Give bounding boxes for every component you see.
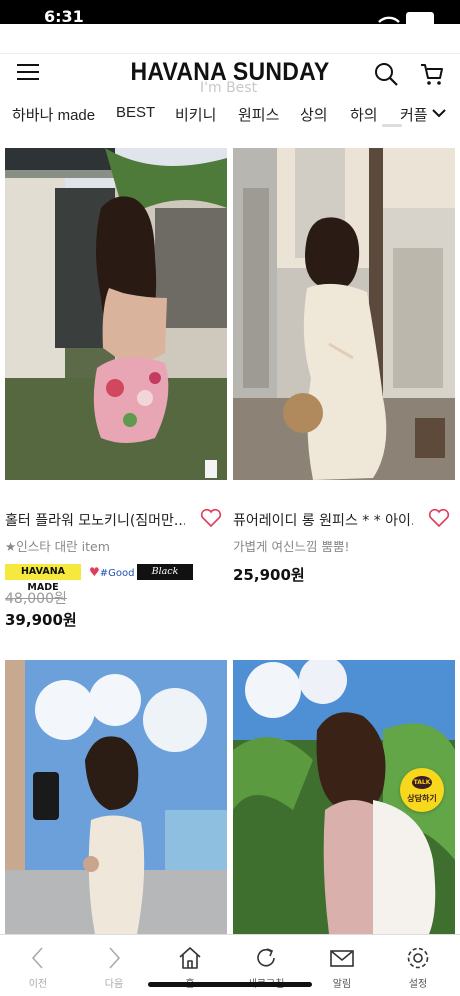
product-photo[interactable] (5, 660, 227, 934)
tab-notifications[interactable]: 알림 (304, 935, 380, 996)
search-icon[interactable] (372, 60, 400, 88)
product-card: 홀터 플라워 모노키니(짐머만... ★인스타 대란 item HAVANA M… (5, 148, 227, 629)
chevron-right-icon (109, 947, 121, 969)
cart-icon[interactable] (418, 60, 446, 88)
wifi-icon (378, 16, 400, 23)
home-indicator (148, 982, 312, 987)
category-bottom[interactable]: 하의 (350, 104, 378, 125)
product-card (5, 660, 227, 934)
badge-havana-made: HAVANA MADE (5, 564, 81, 593)
status-time: 6:31 (44, 10, 84, 24)
chevron-down-icon[interactable] (430, 106, 448, 120)
chevron-left-icon (31, 947, 43, 969)
heart-icon[interactable] (200, 508, 222, 528)
tab-forward-label: 다음 (104, 979, 124, 990)
product-subtitle: ★인스타 대란 item (5, 539, 110, 554)
tab-settings-label: 설정 (408, 979, 428, 990)
brand-logo[interactable]: HAVANA SUNDAY (120, 58, 341, 87)
refresh-icon (257, 948, 275, 967)
product-old-price: 48,000원 (5, 591, 67, 607)
talk-bubble-icon: TALK (412, 776, 432, 789)
tab-back-label: 이전 (28, 979, 48, 990)
product-photo[interactable] (5, 148, 227, 480)
status-bar: 6:31 (0, 0, 460, 24)
product-name[interactable]: 홀터 플라워 모노키니(짐머만... (5, 510, 185, 530)
badge-good-label: #Good (99, 568, 135, 579)
tab-notifications-label: 알림 (332, 979, 352, 990)
tab-settings[interactable]: 설정 (380, 935, 456, 996)
product-badges: HAVANA MADE ♥#Good Black Label (5, 564, 227, 593)
menu-icon[interactable] (14, 60, 42, 84)
heart-icon[interactable] (428, 508, 450, 528)
heart-badge-icon: ♥ (89, 565, 100, 579)
kakao-talk-button[interactable]: TALK 상담하기 (400, 768, 444, 812)
category-bikini[interactable]: 비키니 (175, 104, 216, 125)
home-icon (179, 947, 201, 969)
header-divider (0, 53, 460, 54)
category-scroll-indicator (382, 124, 402, 127)
gear-icon (407, 947, 429, 969)
app-header: I'm Best HAVANA SUNDAY 하바나 made BEST 비키니… (0, 24, 460, 128)
tab-forward[interactable]: 다음 (76, 935, 152, 996)
category-onepiece[interactable]: 원피스 (238, 104, 279, 125)
product-name[interactable]: 퓨어레이디 롱 원피스 * * 아이... (233, 510, 413, 530)
badge-good: ♥#Good (89, 564, 134, 580)
product-price: 39,900원 (5, 611, 77, 629)
mail-icon (330, 950, 354, 967)
battery-icon (406, 12, 434, 24)
badge-black-label: Black Label (137, 564, 193, 593)
product-subtitle: 가볍게 여신느낌 뿜뿜! (233, 539, 350, 554)
category-best[interactable]: BEST (116, 104, 155, 121)
talk-label: 상담하기 (407, 794, 437, 803)
category-made[interactable]: 하바나 made (12, 104, 95, 125)
product-photo[interactable] (233, 148, 455, 480)
category-couple[interactable]: 커플 (400, 104, 428, 125)
product-price: 25,900원 (233, 566, 305, 584)
product-card: 퓨어레이디 롱 원피스 * * 아이... 가볍게 여신느낌 뿜뿜! 25,90… (233, 148, 455, 588)
category-top[interactable]: 상의 (300, 104, 328, 125)
tab-back[interactable]: 이전 (0, 935, 76, 996)
